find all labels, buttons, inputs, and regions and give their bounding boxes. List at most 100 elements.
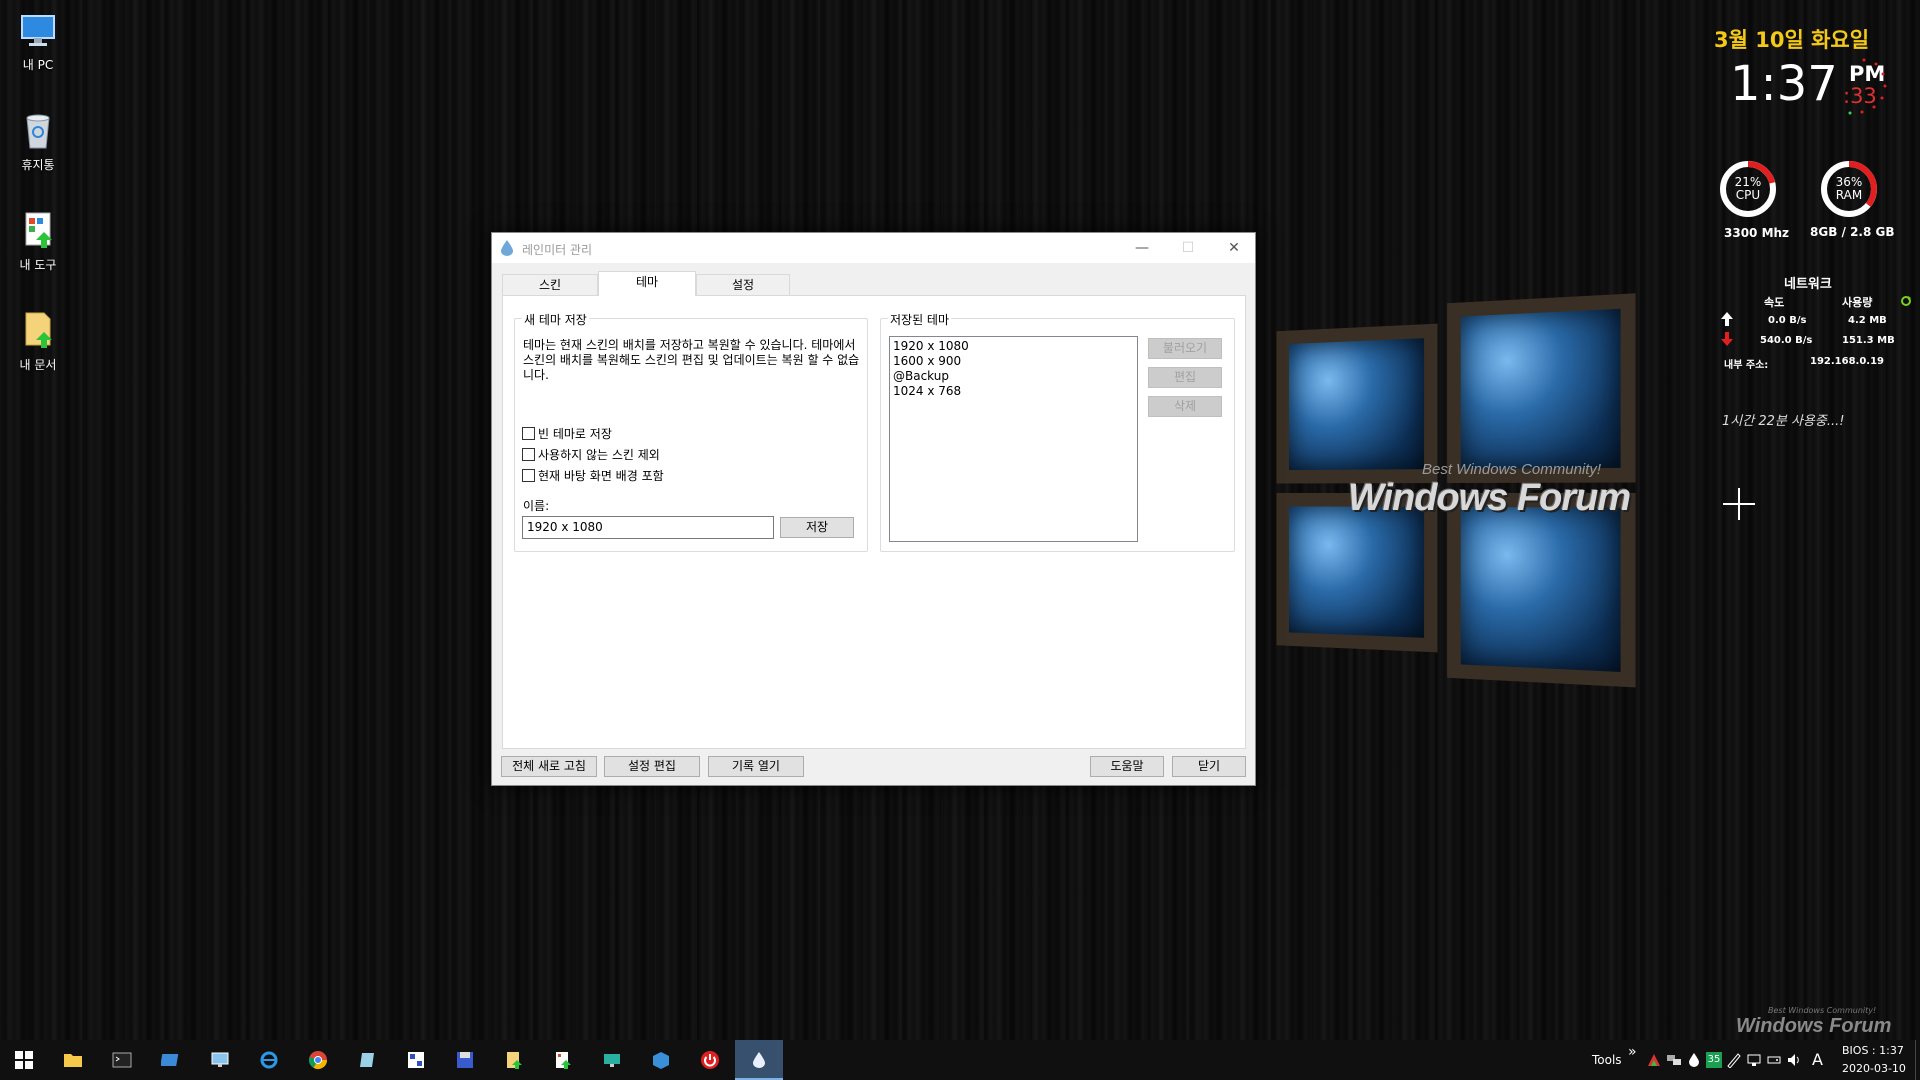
taskbar-clock-time[interactable]: BIOS : 1:37 — [1842, 1044, 1904, 1057]
badge-tray-icon[interactable]: 35 — [1706, 1052, 1722, 1068]
checkbox-exclude-unused-skins[interactable]: 사용하지 않는 스킨 제외 — [522, 446, 660, 463]
rainmeter-drop-tray-icon[interactable] — [1686, 1052, 1702, 1068]
taskbar-power[interactable] — [686, 1040, 734, 1080]
list-item[interactable]: 1600 x 900 — [893, 354, 1134, 369]
taskbar-remote-desktop[interactable] — [196, 1040, 244, 1080]
glass-app-icon — [360, 1053, 374, 1067]
monitor-download-icon — [604, 1054, 620, 1067]
tab-themes[interactable]: 테마 — [598, 271, 696, 296]
checkbox-empty-theme[interactable]: 빈 테마로 저장 — [522, 425, 612, 442]
clock-time: 1:37 — [1730, 56, 1838, 112]
name-label: 이름: — [523, 499, 550, 513]
desktop-icon-my-documents[interactable]: 내 문서 — [8, 310, 68, 373]
volume-icon[interactable] — [1786, 1052, 1802, 1068]
close-button[interactable]: 닫기 — [1172, 756, 1246, 777]
box-app-icon — [653, 1052, 669, 1069]
delete-button[interactable]: 삭제 — [1148, 396, 1222, 417]
list-item[interactable]: 1920 x 1080 — [893, 339, 1134, 354]
network-upload-usage: 4.2 MB — [1848, 315, 1887, 326]
minimize-button[interactable]: — — [1119, 233, 1165, 263]
list-item[interactable]: 1024 x 768 — [893, 384, 1134, 399]
checkbox-include-wallpaper[interactable]: 현재 바탕 화면 배경 포함 — [522, 467, 664, 484]
help-button[interactable]: 도움말 — [1090, 756, 1164, 777]
desktop-icon-recycle-bin[interactable]: 휴지통 — [8, 110, 68, 173]
grid-app-icon — [408, 1052, 424, 1068]
new-theme-group: 새 테마 저장 테마는 현재 스킨의 배치를 저장하고 복원할 수 있습니다. … — [514, 311, 868, 552]
tools-toolbar-label[interactable]: Tools — [1592, 1053, 1622, 1067]
checkbox-box[interactable] — [522, 448, 535, 461]
rainmeter-manage-dialog: 레인미터 관리 — ☐ ✕ 스킨 테마 설정 새 테마 저장 테마는 현재 스킨… — [491, 232, 1256, 786]
ime-indicator[interactable]: A — [1812, 1050, 1823, 1069]
taskbar-chrome[interactable] — [294, 1040, 342, 1080]
color-app-tray-icon[interactable] — [1646, 1052, 1662, 1068]
maximize-button: ☐ — [1181, 240, 1195, 256]
taskbar-app-9[interactable] — [392, 1040, 440, 1080]
dialog-titlebar[interactable]: 레인미터 관리 — ☐ ✕ — [492, 233, 1255, 263]
taskbar-app-8[interactable] — [343, 1040, 391, 1080]
start-button[interactable] — [0, 1040, 48, 1080]
checkbox-label: 빈 테마로 저장 — [538, 427, 612, 441]
taskbar-app-10[interactable] — [441, 1040, 489, 1080]
checkbox-box[interactable] — [522, 427, 535, 440]
folder-icon — [64, 1054, 82, 1067]
toolbar-chevron[interactable]: » — [1628, 1044, 1637, 1060]
saved-themes-group: 저장된 테마 1920 x 1080 1600 x 900 @Backup 10… — [880, 311, 1235, 552]
checkbox-box[interactable] — [522, 469, 535, 482]
desktop-icon-label: 내 문서 — [19, 358, 57, 372]
network-ip-label: 내부 주소: — [1724, 360, 1769, 371]
desktop-icon-this-pc[interactable]: 내 PC — [8, 10, 68, 73]
show-desktop-button[interactable] — [1915, 1040, 1920, 1080]
new-theme-group-title: 새 테마 저장 — [522, 311, 589, 328]
window-app-icon — [161, 1054, 179, 1066]
network-title: 네트워크 — [1784, 277, 1832, 292]
close-icon[interactable]: ✕ — [1211, 233, 1257, 263]
pen-tray-icon[interactable] — [1726, 1052, 1742, 1068]
watermark-tagline: Best Windows Community! — [1768, 1006, 1877, 1015]
taskbar-command-prompt[interactable] — [98, 1040, 146, 1080]
windows-start-icon — [15, 1051, 33, 1069]
taskbar-internet-explorer[interactable] — [245, 1040, 293, 1080]
floppy-disk-icon — [457, 1052, 473, 1068]
network-download-speed: 540.0 B/s — [1760, 335, 1813, 346]
seconds-dot-ring — [1848, 58, 1887, 115]
taskbar-rainmeter[interactable] — [735, 1040, 783, 1080]
load-button[interactable]: 불러오기 — [1148, 338, 1222, 359]
edit-button[interactable]: 편집 — [1148, 367, 1222, 388]
add-widget-plus-icon[interactable] — [1723, 488, 1755, 520]
themes-tab-page: 새 테마 저장 테마는 현재 스킨의 배치를 저장하고 복원할 수 있습니다. … — [502, 295, 1246, 749]
network-computers-tray-icon[interactable] — [1666, 1052, 1682, 1068]
cpu-frequency: 3300 Mhz — [1724, 226, 1790, 240]
tab-settings[interactable]: 설정 — [696, 274, 790, 295]
open-log-button[interactable]: 기록 열기 — [708, 756, 804, 777]
network-ip-value: 192.168.0.19 — [1810, 356, 1885, 367]
network-tray-icon[interactable] — [1746, 1052, 1762, 1068]
taskbar-file-explorer[interactable] — [49, 1040, 97, 1080]
date-widget: 3월 10일 화요일 — [1714, 28, 1870, 52]
hdd-tray-icon[interactable] — [1766, 1052, 1782, 1068]
theme-name-input[interactable]: 1920 x 1080 — [522, 516, 774, 539]
edit-settings-button[interactable]: 설정 편집 — [604, 756, 700, 777]
dialog-title: 레인미터 관리 — [522, 243, 593, 257]
taskbar-clock-date[interactable]: 2020-03-10 — [1842, 1062, 1906, 1075]
taskbar-app-14[interactable] — [637, 1040, 685, 1080]
taskbar-app-13[interactable] — [588, 1040, 636, 1080]
taskbar-app-3[interactable] — [147, 1040, 195, 1080]
taskbar-my-tools[interactable] — [539, 1040, 587, 1080]
checkbox-label: 현재 바탕 화면 배경 포함 — [538, 469, 664, 483]
refresh-icon[interactable] — [1900, 295, 1912, 307]
document-icon — [507, 1052, 522, 1069]
refresh-all-button[interactable]: 전체 새로 고침 — [501, 756, 597, 777]
uptime-note: 1시간 22분 사용중...! — [1722, 414, 1845, 429]
tools-document-icon — [18, 210, 58, 250]
cpu-gauge: 21% CPU — [1717, 158, 1779, 220]
save-button[interactable]: 저장 — [780, 517, 854, 538]
saved-themes-list[interactable]: 1920 x 1080 1600 x 900 @Backup 1024 x 76… — [889, 336, 1138, 542]
list-item[interactable]: @Backup — [893, 369, 1134, 384]
cpu-label: CPU — [1735, 188, 1761, 202]
ram-usage: 8GB / 2.8 GB — [1810, 225, 1895, 239]
monitor-icon — [18, 10, 58, 50]
ram-gauge: 36% RAM — [1818, 158, 1880, 220]
desktop-icon-my-tools[interactable]: 내 도구 — [8, 210, 68, 273]
tab-skins[interactable]: 스킨 — [502, 274, 598, 295]
taskbar-my-documents[interactable] — [490, 1040, 538, 1080]
